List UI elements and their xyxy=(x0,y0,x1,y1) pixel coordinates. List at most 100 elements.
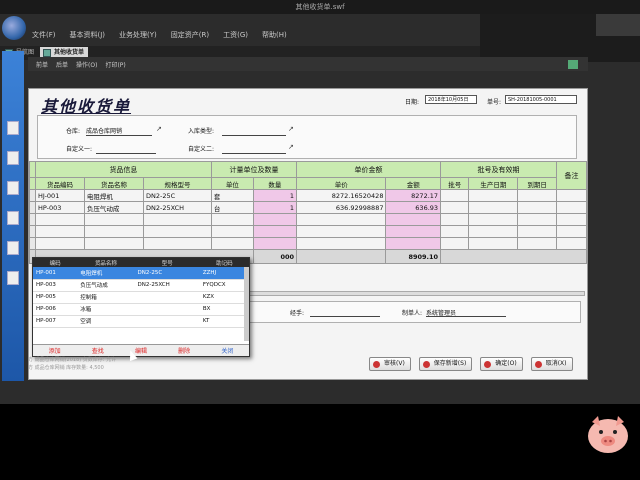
cell-qty[interactable]: 1 xyxy=(252,201,298,214)
cell-code[interactable]: HJ-001 xyxy=(35,189,85,202)
column-header[interactable]: 单位 xyxy=(210,177,254,190)
cell[interactable] xyxy=(143,237,212,250)
cell[interactable] xyxy=(296,237,387,250)
in-type-field[interactable] xyxy=(222,135,286,136)
cell-amount[interactable]: 8272.17 xyxy=(385,189,442,202)
cell[interactable] xyxy=(35,225,85,238)
column-header[interactable]: 数量 xyxy=(252,177,298,190)
cell-price[interactable]: 636.92998887 xyxy=(296,201,387,214)
menu-file[interactable]: 文件(F) xyxy=(32,30,56,42)
cell[interactable] xyxy=(468,213,519,226)
ok-button[interactable]: 确定(O) xyxy=(480,357,523,371)
cell-spec[interactable]: DN2-25C xyxy=(143,189,212,202)
menu-basic-data[interactable]: 基本资料(J) xyxy=(70,30,106,42)
clipboard-icon[interactable] xyxy=(7,241,19,255)
cell[interactable] xyxy=(210,213,254,226)
cell[interactable] xyxy=(143,225,212,238)
cell[interactable] xyxy=(555,225,588,238)
cell-remark[interactable] xyxy=(555,189,588,202)
column-header[interactable]: 到期日 xyxy=(517,177,557,190)
cell[interactable] xyxy=(252,225,298,238)
popup-column-header[interactable]: 型号 xyxy=(134,258,200,267)
operate-button[interactable]: 操作(O) xyxy=(76,60,97,69)
cell-name[interactable]: 电阻焊机 xyxy=(83,189,145,202)
cell[interactable] xyxy=(468,237,519,250)
cell[interactable] xyxy=(468,225,519,238)
menu-business[interactable]: 业务处理(Y) xyxy=(119,30,157,42)
next-button[interactable]: 后单 xyxy=(56,60,68,69)
refresh-icon[interactable] xyxy=(568,59,578,69)
cell-exp-date[interactable] xyxy=(517,189,557,202)
menu-payroll[interactable]: 工资(G) xyxy=(223,30,248,42)
table-row[interactable] xyxy=(29,237,588,250)
cell-exp-date[interactable] xyxy=(517,201,557,214)
prev-button[interactable]: 前单 xyxy=(36,60,48,69)
popup-row[interactable]: HP-005 控制箱 KZX xyxy=(33,291,249,304)
cell[interactable] xyxy=(517,213,557,226)
table-row[interactable] xyxy=(29,213,588,226)
audit-button[interactable]: 审核(V) xyxy=(369,357,411,371)
print-button[interactable]: 打印(P) xyxy=(105,60,125,69)
table-row[interactable]: HJ-001 电阻焊机 DN2-25C 套 1 8272.16520428 82… xyxy=(29,189,588,202)
document-icon[interactable] xyxy=(7,121,19,135)
handler-field[interactable] xyxy=(310,316,380,317)
cell[interactable] xyxy=(440,225,470,238)
cell[interactable] xyxy=(83,237,145,250)
column-header[interactable]: 批号 xyxy=(440,177,470,190)
cell[interactable] xyxy=(143,213,212,226)
cell[interactable] xyxy=(440,213,470,226)
cell-unit[interactable]: 台 xyxy=(210,201,254,214)
cell-prod-date[interactable] xyxy=(468,201,519,214)
cell-amount[interactable]: 636.93 xyxy=(385,201,442,214)
cell-code[interactable]: HP-003 xyxy=(35,201,85,214)
cell[interactable] xyxy=(517,225,557,238)
cell-batch[interactable] xyxy=(440,201,470,214)
cell-qty[interactable]: 1 xyxy=(252,189,298,202)
cell[interactable] xyxy=(517,237,557,250)
custom2-field[interactable] xyxy=(222,153,286,154)
cell-spec[interactable]: DN2-25XCH xyxy=(143,201,212,214)
menu-help[interactable]: 帮助(H) xyxy=(262,30,287,42)
popup-scrollbar[interactable] xyxy=(244,267,249,341)
popup-column-header[interactable]: 编码 xyxy=(33,258,78,267)
warehouse-field[interactable]: 成品仓库网销 xyxy=(86,126,122,135)
cell-unit[interactable]: 套 xyxy=(210,189,254,202)
cell[interactable] xyxy=(210,237,254,250)
popup-column-header[interactable]: 助记码 xyxy=(199,258,249,267)
save-new-button[interactable]: 保存新增(S) xyxy=(418,357,473,371)
lookup-icon[interactable]: ↗ xyxy=(156,125,162,133)
popup-close-button[interactable]: 关闭 xyxy=(221,346,233,355)
popup-row[interactable]: HP-007 空调 KT xyxy=(33,315,249,328)
ledger-icon[interactable] xyxy=(7,211,19,225)
cell[interactable] xyxy=(35,213,85,226)
cell-prod-date[interactable] xyxy=(468,189,519,202)
column-header[interactable]: 货品名称 xyxy=(83,177,145,190)
cell[interactable] xyxy=(83,213,145,226)
column-header[interactable]: 单价 xyxy=(296,177,387,190)
cell-name[interactable]: 负压气动成 xyxy=(83,201,145,214)
cell[interactable] xyxy=(35,237,85,250)
column-header[interactable]: 货品编码 xyxy=(35,177,85,190)
cell[interactable] xyxy=(210,225,254,238)
cell[interactable] xyxy=(296,213,387,226)
home-icon[interactable] xyxy=(7,181,19,195)
popup-delete-button[interactable]: 删除 xyxy=(178,346,190,355)
cell[interactable] xyxy=(555,213,588,226)
cell[interactable] xyxy=(296,225,387,238)
folder-icon[interactable] xyxy=(7,151,19,165)
cell-batch[interactable] xyxy=(440,189,470,202)
popup-edit-button[interactable]: 编辑 xyxy=(135,346,147,355)
column-header[interactable]: 生产日期 xyxy=(468,177,519,190)
table-row[interactable] xyxy=(29,225,588,238)
cell-price[interactable]: 8272.16520428 xyxy=(296,189,387,202)
cell[interactable] xyxy=(252,237,298,250)
custom1-field[interactable] xyxy=(96,153,156,154)
order-no-field[interactable]: SH-20181005-0001 xyxy=(505,95,577,104)
date-field[interactable]: 2018年10月05日 xyxy=(425,95,477,104)
cell[interactable] xyxy=(385,237,442,250)
lookup-icon[interactable]: ↗ xyxy=(288,125,294,133)
popup-row[interactable]: HP-003 负压气动成 DN2-25XCH FYQDCX xyxy=(33,279,249,292)
popup-row[interactable]: HP-001 电阻焊机 DN2-25C ZZHJ xyxy=(33,267,249,280)
popup-add-button[interactable]: 添加 xyxy=(49,346,61,355)
cell[interactable] xyxy=(555,237,588,250)
